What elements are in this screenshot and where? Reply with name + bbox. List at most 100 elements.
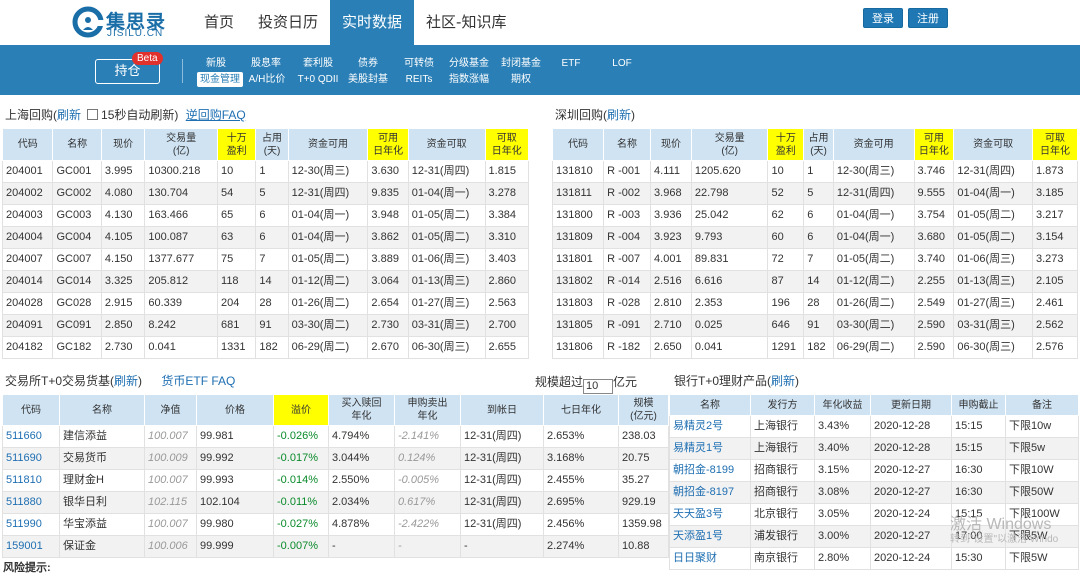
subnav-lof[interactable]: LOF	[600, 56, 644, 71]
table-row[interactable]: 朝招金-8199 招商银行 3.15% 2020-12-27 16:30 下限10W	[669, 459, 1079, 482]
column-header[interactable]: 可用 日年化	[367, 128, 409, 161]
table-row[interactable]: 204014 GC014 3.325 205.812 118 14 01-12(周二) 3.0…	[1, 270, 530, 293]
table-row[interactable]: 131806 R -182 2.650 0.041 1291 182 06-29(周二) 2.…	[551, 336, 1079, 359]
site-logo[interactable]: 集思录 JISILU.CN	[72, 6, 182, 40]
subnav-convertible-bond[interactable]: 可转债	[397, 56, 441, 71]
column-header[interactable]: 代码	[551, 128, 605, 161]
column-header[interactable]: 名称	[669, 394, 751, 416]
column-header[interactable]: 占用 (天)	[803, 128, 834, 161]
column-header[interactable]: 净值	[144, 394, 197, 426]
column-header[interactable]: 备注	[1005, 394, 1079, 416]
subnav-us-closed-fund[interactable]: 美股封基	[344, 72, 392, 87]
product-link[interactable]: 易精灵1号	[669, 437, 751, 460]
table-row[interactable]: 511810 理财金H 100.007 99.993 -0.014% 2.550% -0.0…	[2, 469, 669, 492]
column-header[interactable]: 十万 盈利	[767, 128, 805, 161]
table-row[interactable]: 朝招金-8197 招商银行 3.08% 2020-12-27 16:30 下限50W	[669, 481, 1079, 504]
subnav-arbitrage-stock[interactable]: 套利股	[296, 56, 340, 71]
column-header[interactable]: 更新日期	[870, 394, 952, 416]
column-header[interactable]: 资金可用	[832, 128, 915, 161]
subnav-t0-qdii[interactable]: T+0 QDII	[294, 72, 342, 87]
subnav-index-change[interactable]: 指数涨幅	[445, 72, 493, 87]
table-row[interactable]: 204004 GC004 4.105 100.087 63 6 01-04(周一) 3.862…	[1, 226, 530, 249]
scale-filter-input[interactable]: 10	[583, 379, 614, 394]
product-link[interactable]: 易精灵2号	[669, 415, 751, 438]
subnav-new-stock[interactable]: 新股	[194, 56, 238, 71]
subnav-closed-fund[interactable]: 封闭基金	[499, 56, 543, 71]
column-header[interactable]: 资金可取	[953, 128, 1033, 161]
column-header[interactable]: 名称	[52, 128, 102, 161]
column-header[interactable]: 可用 日年化	[913, 128, 955, 161]
column-header[interactable]: 现价	[100, 128, 146, 161]
subnav-graded-fund[interactable]: 分级基金	[447, 56, 491, 71]
subnav-cash-management[interactable]: 现金管理	[197, 72, 243, 87]
table-row[interactable]: 131809 R -004 3.923 9.793 60 6 01-04(周一) 3.680 0…	[551, 226, 1079, 249]
fund-code-link[interactable]: 159001	[2, 535, 60, 558]
fund-code-link[interactable]: 511660	[2, 425, 60, 448]
subnav-ah-ratio[interactable]: A/H比价	[243, 72, 291, 87]
product-link[interactable]: 朝招金-8199	[669, 459, 751, 482]
table-row[interactable]: 159001 保证金 100.006 99.999 -0.007% - - -2.274% 10…	[2, 535, 669, 558]
subnav-etf[interactable]: ETF	[549, 56, 593, 71]
column-header[interactable]: 规模 (亿元)	[618, 394, 669, 426]
money-etf-faq-link[interactable]: 货币ETF FAQ	[161, 374, 235, 388]
nav-realtime-data[interactable]: 实时数据	[330, 0, 415, 45]
table-row[interactable]: 131802 R -014 2.516 6.616 87 14 01-12(周二) 2.255…	[551, 270, 1079, 293]
column-header[interactable]: 占用 (天)	[255, 128, 289, 161]
product-link[interactable]: 天添盈1号	[669, 525, 751, 548]
table-row[interactable]: 204007 GC007 4.150 1377.677 75 7 01-05(周二) 3.88…	[1, 248, 530, 271]
column-header[interactable]: 现价	[650, 128, 692, 161]
column-header[interactable]: 资金可取	[407, 128, 486, 161]
column-header[interactable]: 代码	[2, 394, 60, 426]
table-row[interactable]: 131811 R -002 3.968 22.798 52 5 12-31(周四) 9.555…	[551, 182, 1079, 205]
column-header[interactable]: 七日年化	[543, 394, 619, 426]
column-header[interactable]: 溢价	[273, 394, 329, 426]
table-row[interactable]: 511690 交易货币 100.009 99.992 -0.017% 3.044% 0.12…	[2, 447, 669, 470]
nav-community[interactable]: 社区-知识库	[414, 0, 518, 45]
table-row[interactable]: 511990 华宝添益 100.007 99.980 -0.027% 4.878% -2.4…	[2, 513, 669, 536]
reverse-repo-faq-link[interactable]: 逆回购FAQ	[186, 108, 246, 122]
column-header[interactable]: 年化收益	[814, 394, 871, 416]
fund-code-link[interactable]: 511880	[2, 491, 60, 514]
table-row[interactable]: 204002 GC002 4.080 130.704 54 5 12-31(周四) 9.835…	[1, 182, 530, 205]
table-row[interactable]: 204182 GC182 2.730 0.041 1331 182 06-29(周二) 2.6…	[1, 336, 530, 359]
product-link[interactable]: 朝招金-8197	[669, 481, 751, 504]
column-header[interactable]: 可取 日年化	[1031, 128, 1079, 161]
subnav-bond[interactable]: 债券	[346, 56, 390, 71]
sz-refresh-link[interactable]: 刷新	[607, 108, 631, 122]
table-row[interactable]: 511660 建信添益 100.007 99.981 -0.026% 4.794% -2.1…	[2, 425, 669, 448]
column-header[interactable]: 价格	[196, 394, 274, 426]
table-row[interactable]: 511880 银华日利 102.115 102.104 -0.011% 2.034% 0.6…	[2, 491, 669, 514]
column-header[interactable]: 发行方	[750, 394, 815, 416]
subnav-reits[interactable]: REITs	[395, 72, 443, 87]
table-row[interactable]: 204091 GC091 2.850 8.242 681 91 03-30(周二) 2.730…	[1, 314, 530, 337]
column-header[interactable]: 十万 盈利	[217, 128, 257, 161]
table-row[interactable]: 131805 R -091 2.710 0.025 646 91 03-30(周二) 2.59…	[551, 314, 1079, 337]
column-header[interactable]: 名称	[59, 394, 145, 426]
table-row[interactable]: 204003 GC003 4.130 163.466 65 6 01-04(周一) 3.948…	[1, 204, 530, 227]
column-header[interactable]: 交易量 (亿)	[690, 128, 769, 161]
column-header[interactable]: 申购卖出 年化	[394, 394, 461, 426]
table-row[interactable]: 131803 R -028 2.810 2.353 196 28 01-26(周二) 2.54…	[551, 292, 1079, 315]
mmf-refresh-link[interactable]: 刷新	[114, 374, 138, 388]
column-header[interactable]: 代码	[1, 128, 54, 161]
table-row[interactable]: 日日聚财 南京银行 2.80% 2020-12-24 15:30 下限5W	[669, 547, 1079, 570]
product-link[interactable]: 天天盈3号	[669, 503, 751, 526]
auto-refresh-checkbox[interactable]	[87, 109, 99, 120]
sh-refresh-link[interactable]: 刷新	[57, 108, 81, 122]
table-row[interactable]: 204001 GC001 3.995 10300.218 10 1 12-30(周三) 3.6…	[1, 160, 530, 183]
table-row[interactable]: 131810 R -001 4.111 1205.620 10 1 12-30(周三) 3.7…	[551, 160, 1079, 183]
nav-calendar[interactable]: 投资日历	[246, 0, 330, 45]
nav-home[interactable]: 首页	[192, 0, 246, 45]
register-button[interactable]: 注册	[908, 8, 948, 28]
column-header[interactable]: 申购截止	[951, 394, 1006, 416]
fund-code-link[interactable]: 511990	[2, 513, 60, 536]
table-row[interactable]: 204028 GC028 2.915 60.339 204 28 01-26(周二) 2.65…	[1, 292, 530, 315]
fund-code-link[interactable]: 511690	[2, 447, 60, 470]
subnav-options[interactable]: 期权	[497, 72, 545, 87]
column-header[interactable]: 交易量 (亿)	[144, 128, 219, 161]
subnav-dividend-yield[interactable]: 股息率	[244, 56, 288, 71]
table-row[interactable]: 易精灵2号 上海银行 3.43% 2020-12-28 15:15 下限10w	[669, 415, 1079, 438]
product-link[interactable]: 日日聚财	[669, 547, 751, 570]
fund-code-link[interactable]: 511810	[2, 469, 60, 492]
column-header[interactable]: 名称	[603, 128, 652, 161]
